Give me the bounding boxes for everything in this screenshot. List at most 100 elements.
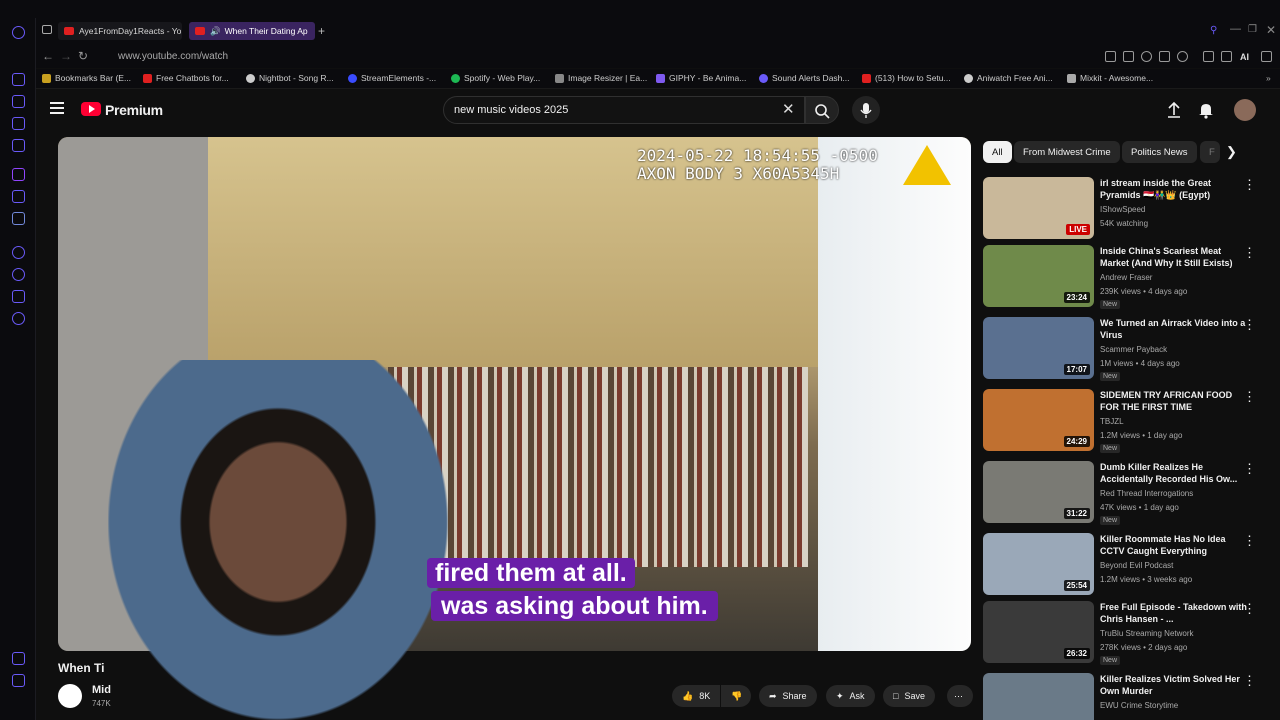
- video-thumbnail[interactable]: 24:29: [983, 389, 1094, 451]
- clear-search-icon[interactable]: ✕: [782, 100, 795, 118]
- dislike-button[interactable]: 👎: [721, 685, 751, 707]
- search-tabs-icon[interactable]: ⚲: [1210, 25, 1217, 36]
- adblock-icon[interactable]: [1141, 51, 1152, 62]
- youtube-logo-icon[interactable]: [81, 102, 101, 116]
- new-tab-plus-icon[interactable]: +: [318, 24, 325, 38]
- more-vertical-icon[interactable]: ⋮: [1243, 461, 1256, 477]
- minimize-icon[interactable]: —: [1230, 23, 1241, 35]
- video-thumbnail[interactable]: LIVE: [983, 177, 1094, 239]
- more-actions-button[interactable]: ⋯: [947, 685, 973, 707]
- bookmark-item[interactable]: Spotify - Web Play...: [451, 73, 540, 83]
- user-avatar[interactable]: [1234, 99, 1256, 121]
- tab-aye1fromday1reacts[interactable]: Aye1FromDay1Reacts - Yo: [58, 22, 182, 40]
- recommendation-channel[interactable]: Andrew Fraser: [1100, 273, 1152, 282]
- heart-icon[interactable]: [1177, 51, 1188, 62]
- extensions-icon[interactable]: [12, 290, 25, 303]
- sidebar-panel-icon[interactable]: [12, 95, 25, 108]
- recommendation-channel[interactable]: Red Thread Interrogations: [1100, 489, 1193, 498]
- recommendation-title[interactable]: irl stream inside the Great Pyramids 🇪🇬👫…: [1100, 177, 1250, 201]
- recommendation-item[interactable]: Killer Realizes Victim Solved Her Own Mu…: [983, 673, 1273, 720]
- recommendation-title[interactable]: Killer Roommate Has No Idea CCTV Caught …: [1100, 533, 1250, 557]
- discord-icon[interactable]: [12, 212, 25, 225]
- bookmark-item[interactable]: GIPHY - Be Anima...: [656, 73, 746, 83]
- ai-button[interactable]: AI: [1240, 52, 1249, 62]
- sidebar-gx-icon[interactable]: [12, 139, 25, 152]
- more-vertical-icon[interactable]: ⋮: [1243, 389, 1256, 405]
- recommendation-title[interactable]: We Turned an Airrack Video into a Virus: [1100, 317, 1250, 341]
- search-box[interactable]: [443, 96, 805, 124]
- channel-name[interactable]: Mid: [92, 684, 111, 696]
- bookmark-item[interactable]: Nightbot - Song R...: [246, 73, 334, 83]
- bookmark-item[interactable]: Aniwatch Free Ani...: [964, 73, 1053, 83]
- recommendation-item[interactable]: LIVE irl stream inside the Great Pyramid…: [983, 177, 1273, 241]
- recommendation-title[interactable]: Killer Realizes Victim Solved Her Own Mu…: [1100, 673, 1250, 697]
- more-vertical-icon[interactable]: ⋮: [1243, 673, 1256, 689]
- gx-control-icon[interactable]: [12, 652, 25, 665]
- player-icon[interactable]: [12, 246, 25, 259]
- settings-gear-icon[interactable]: [12, 312, 25, 325]
- like-button[interactable]: 👍 8K: [672, 685, 720, 707]
- snapshot-icon[interactable]: [1123, 51, 1134, 62]
- more-vertical-icon[interactable]: ⋮: [1243, 245, 1256, 261]
- video-thumbnail[interactable]: 23:24: [983, 245, 1094, 307]
- bookmark-item[interactable]: Free Chatbots for...: [143, 73, 229, 83]
- bookmark-item[interactable]: Image Resizer | Ea...: [555, 73, 647, 83]
- recommendation-item[interactable]: 23:24 Inside China's Scariest Meat Marke…: [983, 245, 1273, 309]
- sidebar-messenger-icon[interactable]: [12, 117, 25, 130]
- bookmark-item[interactable]: Bookmarks Bar (E...: [42, 73, 131, 83]
- forward-icon[interactable]: →: [60, 49, 72, 63]
- opera-gx-icon[interactable]: [12, 26, 25, 39]
- channel-avatar[interactable]: [58, 684, 82, 708]
- history-icon[interactable]: [12, 268, 25, 281]
- notifications-bell-icon[interactable]: [1198, 101, 1214, 124]
- recommendation-item[interactable]: 31:22 Dumb Killer Realizes He Accidental…: [983, 461, 1273, 525]
- bookmark-item[interactable]: (513) How to Setu...: [862, 73, 951, 83]
- more-vertical-icon[interactable]: ⋮: [1243, 177, 1256, 193]
- close-window-icon[interactable]: ✕: [1266, 23, 1276, 37]
- more-vertical-icon[interactable]: ⋮: [1243, 317, 1256, 333]
- video-thumbnail[interactable]: 17:07: [983, 317, 1094, 379]
- recommendation-channel[interactable]: TruBlu Streaming Network: [1100, 629, 1194, 638]
- twitch-icon[interactable]: [12, 168, 25, 181]
- save-button[interactable]: □ Save: [883, 685, 935, 707]
- chip-partial[interactable]: F: [1200, 141, 1220, 163]
- recommendation-channel[interactable]: Scammer Payback: [1100, 345, 1167, 354]
- search-input[interactable]: [454, 102, 774, 118]
- more-bookmarks-icon[interactable]: »: [1266, 73, 1271, 83]
- recommendation-channel[interactable]: IShowSpeed: [1100, 205, 1145, 214]
- restore-icon[interactable]: ❐: [1248, 24, 1257, 35]
- sidebar-percent-icon[interactable]: [12, 190, 25, 203]
- recommendation-channel[interactable]: EWU Crime Storytime: [1100, 701, 1178, 710]
- recommendation-channel[interactable]: TBJZL: [1100, 417, 1124, 426]
- chip-politics-news[interactable]: Politics News: [1122, 141, 1197, 163]
- recommendation-title[interactable]: Inside China's Scariest Meat Market (And…: [1100, 245, 1250, 269]
- ask-button[interactable]: ✦ Ask: [826, 685, 875, 707]
- video-thumbnail[interactable]: 31:22: [983, 461, 1094, 523]
- tab-when-their-dating[interactable]: 🔊 When Their Dating Ap: [189, 22, 315, 40]
- video-thumbnail[interactable]: 25:54: [983, 533, 1094, 595]
- bookmark-item[interactable]: StreamElements -...: [348, 73, 436, 83]
- bookmark-icon[interactable]: [1105, 51, 1116, 62]
- video-thumbnail[interactable]: 26:32: [983, 601, 1094, 663]
- search-button[interactable]: [805, 96, 839, 124]
- back-icon[interactable]: ←: [42, 49, 54, 63]
- url-field[interactable]: www.youtube.com/watch: [118, 51, 228, 62]
- recommendation-item[interactable]: 17:07 We Turned an Airrack Video into a …: [983, 317, 1273, 381]
- recommendation-item[interactable]: 25:54 Killer Roommate Has No Idea CCTV C…: [983, 533, 1273, 597]
- recommendation-channel[interactable]: Beyond Evil Podcast: [1100, 561, 1173, 570]
- chip-all[interactable]: All: [983, 141, 1012, 163]
- wallet-icon[interactable]: [1203, 51, 1214, 62]
- bookmark-item[interactable]: Sound Alerts Dash...: [759, 73, 850, 83]
- menu-icon[interactable]: [1261, 51, 1272, 62]
- recommendation-item[interactable]: 24:29 SIDEMEN TRY AFRICAN FOOD FOR THE F…: [983, 389, 1273, 453]
- share-button[interactable]: ➦ Share: [759, 685, 817, 707]
- sidebar-home-icon[interactable]: [12, 73, 25, 86]
- video-thumbnail[interactable]: [983, 673, 1094, 720]
- voice-search-button[interactable]: [852, 96, 880, 124]
- reload-icon[interactable]: ↻: [78, 49, 88, 63]
- youtube-premium-label[interactable]: Premium: [105, 102, 163, 118]
- recommendation-title[interactable]: Free Full Episode - Takedown with Chris …: [1100, 601, 1250, 625]
- chevron-right-icon[interactable]: ❯: [1226, 144, 1237, 160]
- bookmark-item[interactable]: Mixkit - Awesome...: [1067, 73, 1153, 83]
- hamburger-menu-icon[interactable]: [50, 102, 64, 114]
